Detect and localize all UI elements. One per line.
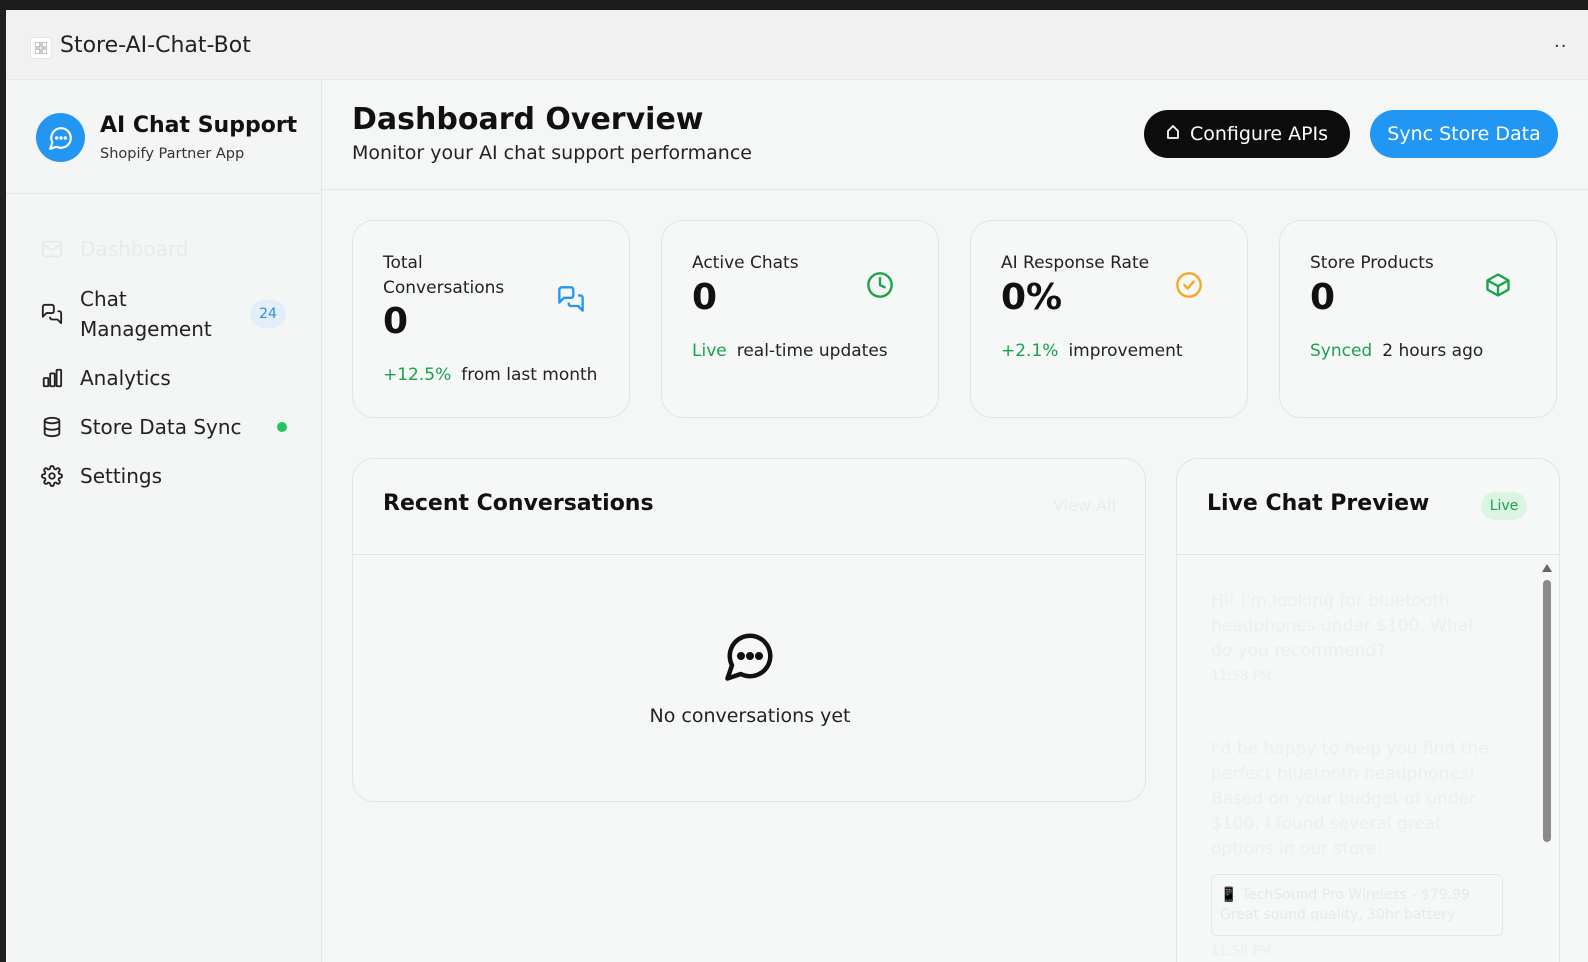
main-content: Dashboard Overview Monitor your AI chat …: [322, 80, 1588, 962]
scroll-up-arrow-icon[interactable]: [1542, 564, 1552, 572]
live-badge: Live: [1481, 492, 1527, 520]
stat-card-ai-response-rate: AI Response Rate 0% +2.1% improvement: [970, 220, 1248, 418]
chat-scrollbar[interactable]: [1541, 564, 1553, 962]
empty-chat-icon: [723, 629, 777, 687]
stat-label: Store Products: [1310, 253, 1434, 273]
sidebar-item-label: Dashboard: [80, 237, 189, 261]
page-title: Dashboard Overview: [352, 102, 704, 137]
dashboard-icon: [40, 237, 64, 261]
bot-message: I'd be happy to help you find the perfec…: [1211, 739, 1489, 859]
home-icon: [1166, 123, 1180, 145]
stat-change: +2.1%: [1001, 341, 1059, 361]
stat-card-store-products: Store Products 0 Synced 2 hours ago: [1279, 220, 1557, 418]
view-all-link[interactable]: View All: [1053, 496, 1116, 515]
configure-apis-label: Configure APIs: [1189, 123, 1329, 145]
product-card[interactable]: 📱 TechSound Pro Wireless - $79.99 Great …: [1211, 874, 1503, 936]
sidebar-item-analytics[interactable]: Analytics: [40, 363, 300, 393]
screen-top-edge: [0, 0, 1588, 10]
sidebar-item-dashboard[interactable]: Dashboard: [40, 234, 300, 264]
page-subtitle: Monitor your AI chat support performance: [352, 142, 752, 164]
gear-icon: [40, 464, 64, 488]
stat-value: 0: [383, 301, 409, 342]
app-window: Store-AI-Chat-Bot ·· AI Chat Support Sho…: [6, 10, 1588, 962]
panel-title: Live Chat Preview: [1207, 491, 1430, 516]
panel-title: Recent Conversations: [383, 491, 654, 516]
database-icon: [40, 415, 64, 439]
message-time: 11:58 PM: [1211, 944, 1272, 959]
live-chat-preview-panel: Live Chat Preview Live Hi! I'm looking f…: [1176, 458, 1560, 962]
stat-card-active-chats: Active Chats 0 Live real-time updates: [661, 220, 939, 418]
stat-note: 2 hours ago: [1382, 341, 1484, 361]
stat-label: AI Response Rate: [1001, 253, 1150, 273]
sidebar-item-label: Analytics: [80, 366, 171, 390]
sidebar-item-label: Settings: [80, 464, 163, 488]
brand-name: AI Chat Support: [100, 113, 298, 138]
stat-footer: +2.1% improvement: [1001, 341, 1183, 361]
app-grid-icon: [30, 37, 52, 59]
more-menu-icon[interactable]: ··: [1554, 36, 1567, 57]
customer-message: Hi! I'm looking for bluetooth headphones…: [1211, 591, 1475, 661]
clock-icon: [866, 271, 894, 299]
sidebar: AI Chat Support Shopify Partner App Dash…: [6, 80, 322, 962]
stat-change: Synced: [1310, 341, 1373, 361]
sync-status-dot: [277, 422, 287, 432]
window-title: Store-AI-Chat-Bot: [60, 33, 251, 58]
stat-footer: Live real-time updates: [692, 341, 888, 361]
empty-state-text: No conversations yet: [649, 705, 851, 727]
sidebar-item-chat-management[interactable]: Chat Management 24: [40, 284, 300, 344]
stat-label: Active Chats: [692, 253, 799, 273]
page-header: Dashboard Overview Monitor your AI chat …: [322, 80, 1588, 190]
chat-icon: [40, 302, 64, 326]
configure-apis-button[interactable]: Configure APIs: [1144, 110, 1350, 158]
panel-header: Live Chat Preview Live: [1177, 459, 1559, 555]
sidebar-item-label: Store Data Sync: [80, 415, 242, 439]
stat-note: from last month: [461, 365, 598, 385]
box-icon: [1484, 271, 1512, 299]
stat-value: 0%: [1001, 277, 1063, 318]
sidebar-item-label: Chat Management: [80, 287, 212, 341]
message-time: 11:58 PM: [1211, 669, 1272, 684]
sync-store-data-button[interactable]: Sync Store Data: [1370, 110, 1558, 158]
stat-footer: Synced 2 hours ago: [1310, 341, 1483, 361]
brand-block: AI Chat Support Shopify Partner App: [6, 80, 321, 194]
product-title: 📱 TechSound Pro Wireless - $79.99: [1220, 887, 1470, 903]
stat-value: 0: [1310, 277, 1336, 318]
sidebar-item-store-data-sync[interactable]: Store Data Sync: [40, 412, 300, 442]
stat-label: Total Conversations: [383, 253, 505, 298]
chat-bubbles-icon: [557, 285, 585, 313]
chat-logo-icon: [36, 113, 85, 162]
product-description: Great sound quality, 30hr battery: [1220, 907, 1456, 923]
bar-chart-icon: [40, 366, 64, 390]
recent-conversations-panel: Recent Conversations View All No convers…: [352, 458, 1146, 802]
check-circle-icon: [1175, 271, 1203, 299]
stat-note: real-time updates: [736, 341, 888, 361]
stat-card-total-conversations: Total Conversations 0 +12.5% from last mo…: [352, 220, 630, 418]
scrollbar-thumb[interactable]: [1543, 580, 1551, 842]
chat-message-list[interactable]: Hi! I'm looking for bluetooth headphones…: [1177, 556, 1559, 962]
stat-change: +12.5%: [383, 365, 452, 385]
stat-change: Live: [692, 341, 727, 361]
chat-count-badge: 24: [250, 300, 286, 328]
brand-subtitle: Shopify Partner App: [100, 146, 245, 162]
stat-value: 0: [692, 277, 718, 318]
title-bar: Store-AI-Chat-Bot ··: [6, 10, 1588, 80]
panel-header: Recent Conversations View All: [353, 459, 1145, 555]
stat-note: improvement: [1068, 341, 1183, 361]
stat-footer: +12.5% from last month: [383, 365, 597, 385]
sidebar-item-settings[interactable]: Settings: [40, 461, 300, 491]
